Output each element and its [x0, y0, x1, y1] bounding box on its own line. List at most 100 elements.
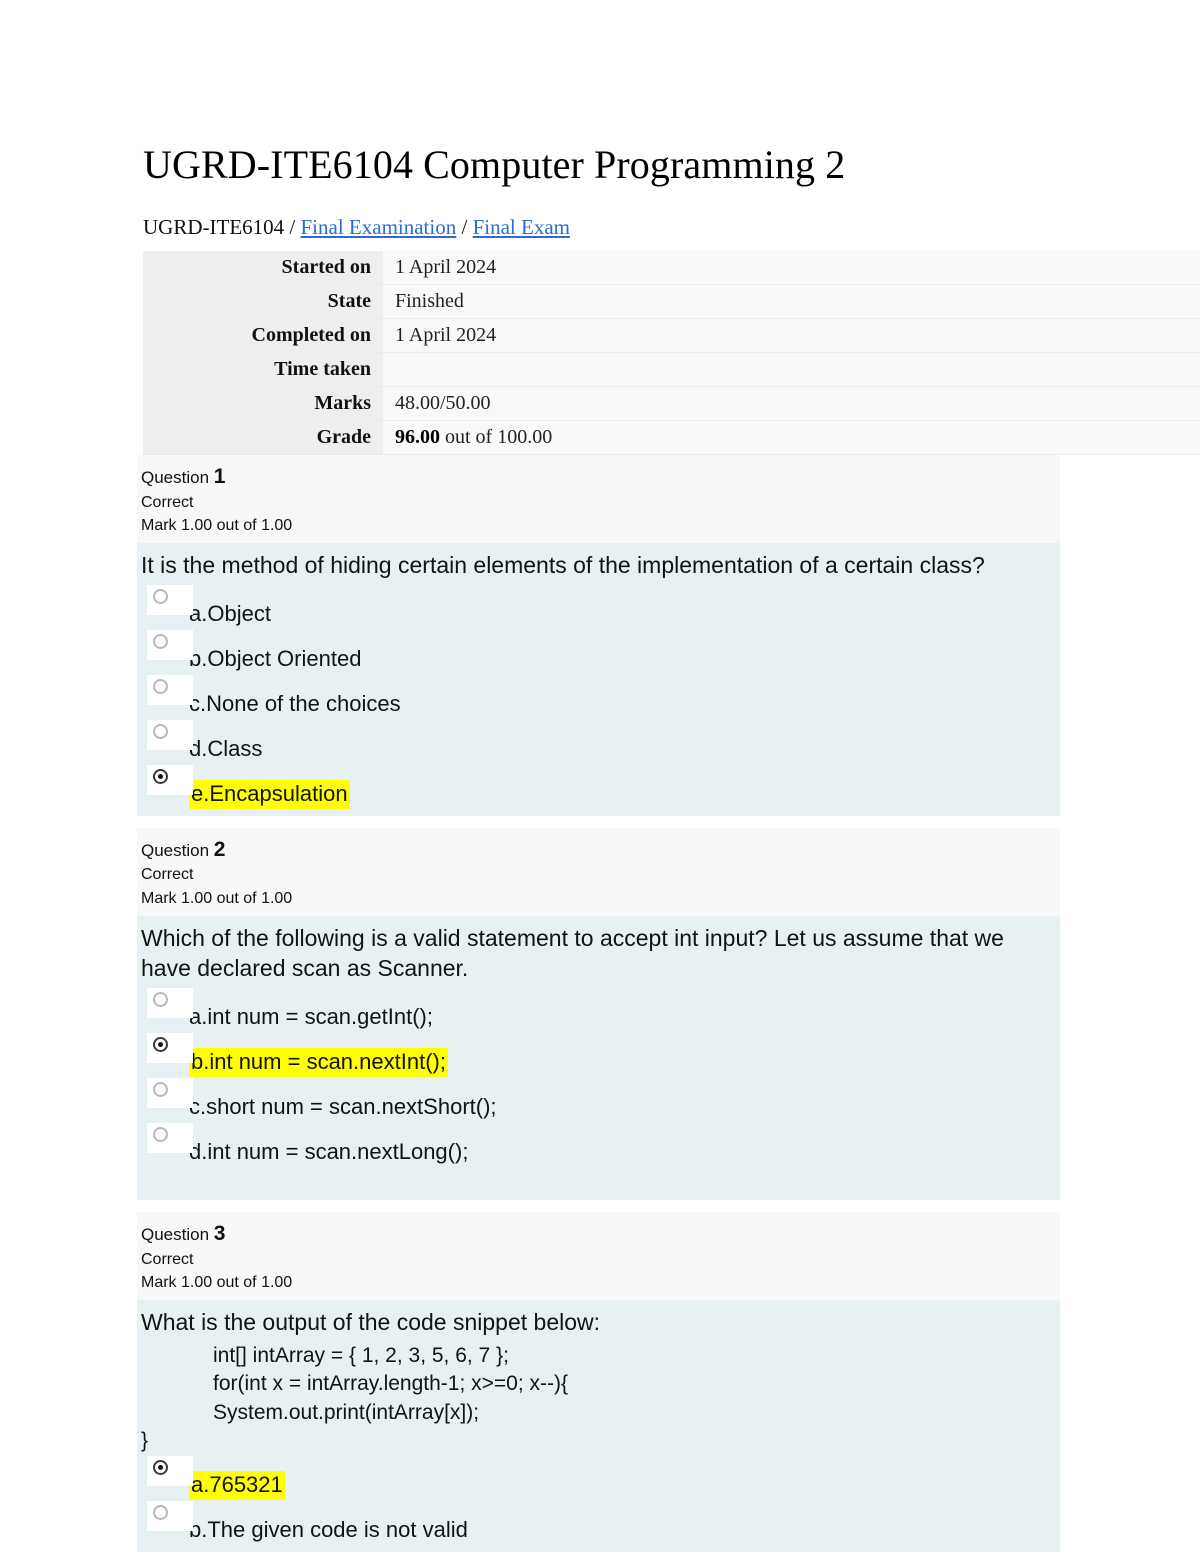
radio-button[interactable]	[147, 1077, 193, 1108]
code-line: System.out.print(intArray[x]);	[213, 1400, 480, 1424]
answer-option-text: d.Class	[189, 735, 263, 761]
question-number-label: Question	[141, 468, 214, 487]
summary-row-value: Finished	[383, 284, 1200, 319]
answer-option[interactable]: a.765321	[141, 1455, 1060, 1501]
radio-checked-icon	[153, 768, 168, 784]
radio-button[interactable]	[147, 719, 193, 750]
question-text: What is the output of the code snippet b…	[141, 1309, 601, 1336]
breadcrumb-link-final-exam[interactable]: Final Exam	[473, 215, 570, 239]
summary-row-label: Marks	[143, 386, 383, 421]
answer-option[interactable]: b.int num = scan.nextInt();	[141, 1033, 1060, 1078]
answer-option[interactable]: b.The given code is not valid	[141, 1500, 1060, 1546]
question-header: Question 1 Correct Mark 1.00 out of 1.00	[137, 455, 1060, 544]
radio-unchecked-icon	[153, 1081, 168, 1097]
question-body: What is the output of the code snippet b…	[137, 1300, 1060, 1552]
radio-button[interactable]	[147, 629, 193, 660]
radio-button[interactable]	[147, 1033, 193, 1064]
summary-row: Marks 48.00/50.00	[143, 386, 1200, 421]
breadcrumb-separator-2: /	[461, 215, 468, 239]
answer-option-label: b.Object Oriented	[141, 630, 1060, 675]
summary-row-value: 1 April 2024	[383, 251, 1200, 285]
radio-unchecked-icon	[153, 1126, 168, 1142]
radio-button[interactable]	[147, 584, 193, 615]
question-header: Question 3 Correct Mark 1.00 out of 1.00	[137, 1211, 1060, 1301]
answer-option[interactable]: d.Class	[141, 719, 1060, 765]
answer-option-label: c.None of the choices	[141, 675, 1060, 720]
question-code-snippet: int[] intArray = { 1, 2, 3, 5, 6, 7 }; fo…	[141, 1342, 1060, 1456]
question-block: Question 1 Correct Mark 1.00 out of 1.00 It…	[137, 455, 1060, 816]
answer-option-text: d.int num = scan.nextLong();	[189, 1138, 469, 1164]
question-mark: Mark 1.00 out of 1.00	[141, 1273, 293, 1291]
summary-row-label: State	[143, 284, 383, 319]
radio-button[interactable]	[147, 1122, 193, 1153]
breadcrumb-separator-1: /	[289, 215, 296, 239]
breadcrumb-root: UGRD-ITE6104	[143, 215, 285, 239]
breadcrumb-link-final-examination[interactable]: Final Examination	[301, 215, 457, 239]
answer-option[interactable]: d.int num = scan.nextLong();	[141, 1122, 1060, 1168]
radio-unchecked-icon	[153, 588, 168, 604]
question-number: Question 2	[141, 837, 1060, 864]
question-block: Question 2 Correct Mark 1.00 out of 1.00 Wh…	[137, 827, 1060, 1200]
grade-value: 96.00	[395, 426, 440, 448]
question-body: Which of the following is a valid statem…	[137, 915, 1060, 1200]
answer-option[interactable]: a.int num = scan.getInt();	[141, 988, 1060, 1033]
question-number: Question 3	[141, 1221, 1060, 1248]
question-mark: Mark 1.00 out of 1.00	[141, 516, 293, 534]
answer-option-label: d.Class	[141, 720, 1060, 765]
question-number-value: 3	[213, 1221, 226, 1245]
question-text: Which of the following is a valid statem…	[141, 924, 1004, 982]
attempt-summary-table: Started on 1 April 2024 State Finished Compl…	[143, 251, 1200, 455]
answer-option-text: e.Encapsulation	[189, 779, 350, 809]
code-line: for(int x = intArray.length-1; x>=0; x--…	[213, 1372, 569, 1396]
question-number-label: Question	[141, 840, 214, 860]
radio-button[interactable]	[147, 1455, 193, 1486]
radio-button[interactable]	[147, 764, 193, 795]
answer-option-text: b.int num = scan.nextInt();	[189, 1048, 448, 1078]
block-spacer	[137, 1199, 1060, 1212]
grade-suffix: out of 100.00	[440, 426, 553, 448]
question-block: Question 3 Correct Mark 1.00 out of 1.00 Wh…	[137, 1211, 1060, 1552]
radio-checked-icon	[153, 1459, 168, 1475]
answer-option-label: d.int num = scan.nextLong();	[141, 1123, 1060, 1168]
summary-row-value: 96.00 out of 100.00	[383, 420, 1200, 455]
answer-option[interactable]: a.Object	[141, 584, 1060, 630]
answer-option[interactable]: e.Encapsulation	[141, 764, 1060, 810]
answer-option[interactable]: c.short num = scan.nextShort();	[141, 1077, 1060, 1123]
answer-option-text: a.int num = scan.getInt();	[189, 1004, 433, 1030]
answer-option[interactable]: c.None of the choices	[141, 674, 1060, 720]
summary-row-grade: Grade 96.00 out of 100.00	[143, 420, 1200, 455]
question-state: Correct	[141, 1250, 194, 1268]
radio-unchecked-icon	[153, 633, 168, 649]
radio-unchecked-icon	[153, 678, 168, 694]
answer-option-label: a.765321	[141, 1456, 1060, 1501]
answer-option-text: b.Object Oriented	[189, 645, 362, 671]
summary-row: State Finished	[143, 284, 1200, 319]
answer-option-label: a.int num = scan.getInt();	[141, 988, 1060, 1033]
summary-row: Time taken	[143, 352, 1200, 387]
question-header: Question 2 Correct Mark 1.00 out of 1.00	[137, 827, 1060, 916]
answer-option-text: a.765321	[189, 1470, 285, 1500]
question-number-label: Question	[141, 1224, 214, 1244]
question-state: Correct	[141, 493, 194, 511]
quiz-review-page: UGRD-ITE6104 Computer Programming 2 UGRD…	[0, 0, 1200, 1553]
question-state: Correct	[141, 866, 194, 884]
answer-option-text: a.Object	[189, 600, 271, 626]
answer-option-label: b.The given code is not valid	[141, 1501, 1060, 1546]
radio-button[interactable]	[147, 1500, 193, 1531]
summary-row-label: Grade	[143, 420, 383, 455]
radio-unchecked-icon	[153, 723, 168, 739]
question-number-value: 2	[213, 837, 226, 861]
answer-option-label: a.Object	[141, 585, 1060, 630]
answer-option-text: c.None of the choices	[189, 690, 401, 716]
radio-button[interactable]	[147, 674, 193, 705]
question-number: Question 1	[141, 464, 1060, 491]
code-line: }	[141, 1429, 149, 1453]
radio-unchecked-icon	[153, 992, 168, 1008]
code-line: int[] intArray = { 1, 2, 3, 5, 6, 7 };	[213, 1343, 509, 1367]
answer-option[interactable]: b.Object Oriented	[141, 629, 1060, 675]
answer-option-label: e.Encapsulation	[141, 765, 1060, 810]
question-text: It is the method of hiding certain eleme…	[141, 552, 985, 579]
radio-button[interactable]	[147, 988, 193, 1019]
summary-row: Completed on 1 April 2024	[143, 318, 1200, 353]
summary-row: Started on 1 April 2024	[143, 251, 1200, 285]
